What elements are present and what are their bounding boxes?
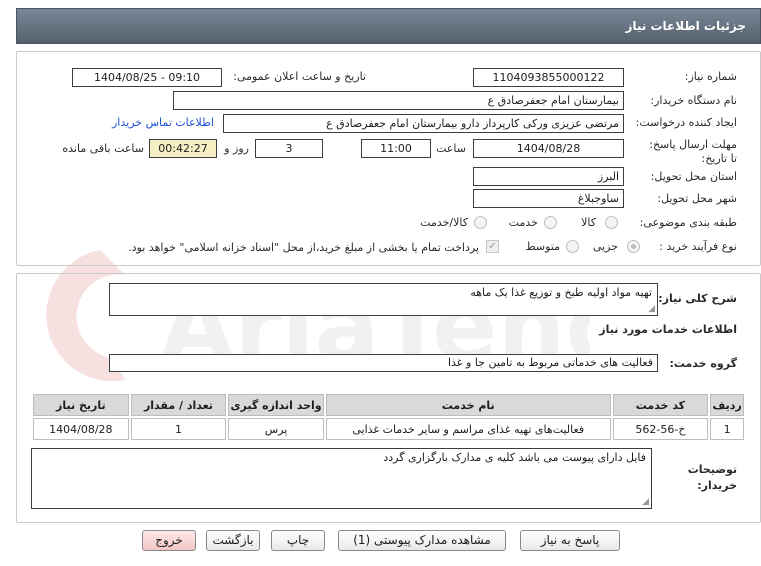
- announce-datetime-label: تاریخ و ساعت اعلان عمومی:: [233, 70, 366, 83]
- table-row: 1 خ-56-562 فعالیت‌های تهیه غذای مراسم و …: [33, 418, 744, 440]
- process-medium-radio[interactable]: [566, 240, 579, 253]
- deadline-time-label: ساعت: [436, 142, 466, 155]
- service-group-label: گروه خدمت:: [669, 357, 737, 370]
- col-need-date: تاریخ نیاز: [33, 394, 129, 416]
- services-table: ردیف کد خدمت نام خدمت واحد اندازه گیری ت…: [31, 392, 746, 442]
- back-button[interactable]: بازگشت: [206, 530, 260, 551]
- buyer-org-field[interactable]: بیمارستان امام جعفرصادق ع: [173, 91, 624, 110]
- province-field[interactable]: البرز: [473, 167, 624, 186]
- category-goods-service-radio[interactable]: [474, 216, 487, 229]
- category-service-radio[interactable]: [544, 216, 557, 229]
- buyer-notes-label: توضیحات خریدار:: [687, 463, 737, 492]
- need-number-field[interactable]: 1104093855000122: [473, 68, 624, 87]
- category-service-label: خدمت: [508, 216, 538, 229]
- announce-datetime-field[interactable]: 1404/08/25 - 09:10: [72, 68, 222, 87]
- province-label: استان محل تحویل:: [650, 170, 737, 183]
- city-label: شهر محل تحویل:: [657, 192, 737, 205]
- col-service-name: نام خدمت: [325, 394, 611, 416]
- page-title: جزئیات اطلاعات نیاز: [625, 19, 746, 33]
- page-header: جزئیات اطلاعات نیاز: [16, 8, 761, 44]
- category-goods-service-label: کالا/خدمت: [420, 216, 468, 229]
- table-header-row: ردیف کد خدمت نام خدمت واحد اندازه گیری ت…: [33, 394, 744, 416]
- reply-button[interactable]: پاسخ به نیاز: [520, 530, 620, 551]
- deadline-label: مهلت ارسال پاسخ: تا تاریخ:: [649, 138, 737, 165]
- summary-textarea[interactable]: تهیه مواد اولیه طبخ و توزیع غذا یک ماهه …: [109, 283, 658, 316]
- resize-handle-icon[interactable]: ◢: [648, 304, 655, 314]
- process-type-label: نوع فرآیند خرید :: [659, 240, 737, 253]
- buyer-notes-textarea[interactable]: فایل دارای پیوست می باشد کلیه ی مدارک با…: [31, 448, 652, 509]
- buyer-notes-text: فایل دارای پیوست می باشد کلیه ی مدارک با…: [383, 451, 646, 464]
- col-quantity: تعداد / مقدار: [130, 394, 227, 416]
- cell-service-name: فعالیت‌های تهیه غذای مراسم و سایر خدمات …: [325, 418, 611, 440]
- col-service-code: کد خدمت: [612, 394, 709, 416]
- remaining-time-field: 00:42:27: [149, 139, 217, 158]
- days-label: روز و: [224, 142, 249, 155]
- cell-service-code: خ-56-562: [612, 418, 709, 440]
- services-heading: اطلاعات خدمات مورد نیاز: [599, 323, 737, 336]
- city-field[interactable]: ساوجبلاغ: [473, 189, 624, 208]
- cell-need-date: 1404/08/28: [33, 418, 129, 440]
- deadline-time-field[interactable]: 11:00: [361, 139, 431, 158]
- cell-unit: پرس: [228, 418, 324, 440]
- remaining-time-label: ساعت باقی مانده: [62, 142, 144, 155]
- treasury-checkbox[interactable]: ✓: [486, 240, 499, 253]
- col-row-number: ردیف: [710, 394, 744, 416]
- view-attachments-button[interactable]: مشاهده مدارک پیوستی (1): [338, 530, 506, 551]
- category-goods-label: کالا: [581, 216, 596, 229]
- service-group-field[interactable]: فعالیت های خدماتی مربوط به تامین جا و غذ…: [109, 354, 658, 372]
- resize-handle-icon[interactable]: ◢: [642, 497, 649, 507]
- buyer-contact-link[interactable]: اطلاعات تماس خریدار: [112, 116, 214, 129]
- days-field[interactable]: 3: [255, 139, 323, 158]
- summary-label: شرح کلی نیاز:: [658, 292, 737, 305]
- print-button[interactable]: چاپ: [271, 530, 325, 551]
- process-partial-label: جزیی: [592, 240, 618, 253]
- deadline-date-field[interactable]: 1404/08/28: [473, 139, 624, 158]
- need-number-label: شماره نیاز:: [684, 70, 737, 83]
- cell-row-number: 1: [710, 418, 744, 440]
- category-goods-radio[interactable]: [605, 216, 618, 229]
- process-partial-radio[interactable]: [627, 240, 640, 253]
- category-label: طبقه بندی موضوعی:: [639, 216, 737, 229]
- buyer-org-label: نام دستگاه خریدار:: [650, 94, 737, 107]
- process-medium-label: متوسط: [525, 240, 560, 253]
- cell-quantity: 1: [130, 418, 227, 440]
- summary-text: تهیه مواد اولیه طبخ و توزیع غذا یک ماهه: [470, 286, 652, 299]
- exit-button[interactable]: خروج: [142, 530, 196, 551]
- col-unit: واحد اندازه گیری: [228, 394, 324, 416]
- creator-label: ایجاد کننده درخواست:: [635, 116, 737, 129]
- treasury-note: پرداخت تمام یا بخشی از مبلغ خرید،از محل …: [128, 241, 479, 254]
- creator-field[interactable]: مرتضی عزیزی ورکی کارپرداز دارو بیمارستان…: [223, 114, 624, 133]
